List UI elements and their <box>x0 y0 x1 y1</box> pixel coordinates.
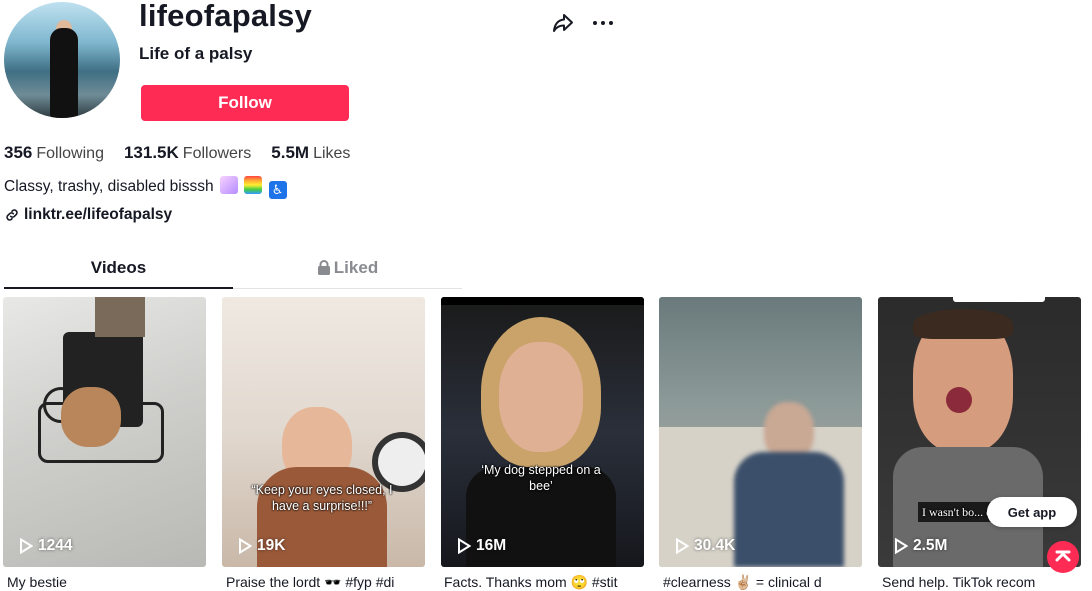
follow-button[interactable]: Follow <box>141 85 349 121</box>
tab-liked[interactable]: Liked <box>233 254 462 287</box>
lock-icon <box>317 260 330 275</box>
video-description[interactable]: #clearness ✌🏼 = clinical d <box>663 574 859 591</box>
rainbow-emoji-icon <box>244 176 263 194</box>
video-views: 2.5M <box>894 537 947 555</box>
avatar-figure <box>50 28 78 118</box>
video-views: 19K <box>238 537 285 555</box>
more-options-icon[interactable] <box>591 11 615 35</box>
video-views: 16M <box>457 537 506 555</box>
stat-following[interactable]: 356 Following <box>4 143 104 163</box>
arrow-up-icon <box>1055 550 1071 562</box>
play-icon <box>895 538 908 554</box>
video-description[interactable]: Praise the lordt 🕶️ #fyp #di <box>226 574 422 591</box>
video-overlay-caption: ‘My dog stepped on a bee’ <box>481 463 601 493</box>
video-description[interactable]: My bestie <box>7 574 207 590</box>
video-view-count: 1244 <box>38 537 73 554</box>
video-view-count: 30.4K <box>694 537 736 554</box>
video-card[interactable]: ‘My dog stepped on a bee’ 16M <box>441 297 644 567</box>
video-card[interactable]: 1244 <box>3 297 206 567</box>
bio-text: Classy, trashy, disabled bisssh <box>4 178 214 195</box>
profile-tabs: Videos Liked <box>4 254 462 289</box>
video-views: 1244 <box>19 537 72 555</box>
back-to-top-button[interactable] <box>1047 541 1079 573</box>
play-icon <box>458 538 471 554</box>
tab-videos[interactable]: Videos <box>4 254 233 289</box>
stat-likes-label: Likes <box>313 145 351 162</box>
get-app-button[interactable]: Get app <box>987 497 1077 527</box>
profile-username: lifeofapalsy <box>139 0 312 33</box>
video-overlay-caption: “Keep your eyes closed, I have a surpris… <box>251 483 393 513</box>
video-view-count: 16M <box>476 537 507 554</box>
video-views: 30.4K <box>675 537 735 555</box>
video-description[interactable]: Facts. Thanks mom 🙄 #stit <box>444 574 640 591</box>
play-icon <box>676 538 689 554</box>
profile-link-text: linktr.ee/lifeofapalsy <box>24 206 173 223</box>
profile-link[interactable]: linktr.ee/lifeofapalsy <box>4 206 172 224</box>
video-description[interactable]: Send help. TikTok recom <box>882 574 1060 590</box>
stat-likes-value: 5.5M <box>271 143 310 162</box>
unicorn-emoji-icon <box>219 176 238 194</box>
stat-following-label: Following <box>36 145 104 162</box>
stat-likes: 5.5M Likes <box>271 143 350 163</box>
video-view-count: 19K <box>257 537 286 554</box>
profile-stats: 356 Following 131.5K Followers 5.5M Likes <box>4 143 350 163</box>
video-card[interactable]: “Keep your eyes closed, I have a surpris… <box>222 297 425 567</box>
stat-followers-value: 131.5K <box>123 143 179 162</box>
stat-followers[interactable]: 131.5K Followers <box>124 143 251 163</box>
stat-followers-label: Followers <box>182 145 252 162</box>
play-icon <box>239 538 252 554</box>
tab-liked-label: Liked <box>333 258 379 277</box>
play-icon <box>20 538 33 554</box>
video-card[interactable]: 30.4K <box>659 297 862 567</box>
link-icon <box>6 209 18 221</box>
profile-bio: Classy, trashy, disabled bisssh ♿ <box>4 176 287 199</box>
share-icon[interactable] <box>551 11 575 35</box>
video-view-count: 2.5M <box>913 537 948 554</box>
wheelchair-emoji-icon: ♿ <box>268 181 287 199</box>
profile-display-name: Life of a palsy <box>139 44 253 63</box>
profile-avatar <box>4 2 120 118</box>
stat-following-value: 356 <box>4 143 33 162</box>
